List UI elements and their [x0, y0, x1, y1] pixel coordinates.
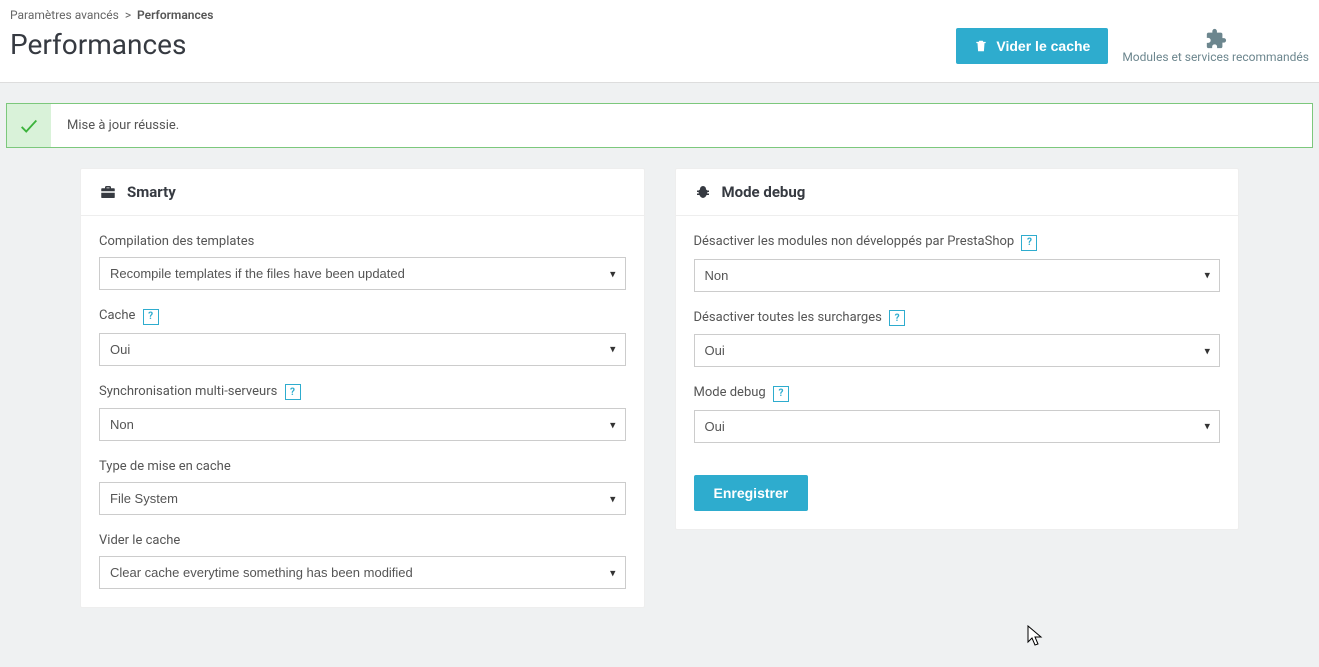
help-icon[interactable]: ? — [285, 384, 301, 400]
disable-overrides-label: Désactiver toutes les surcharges ? — [694, 310, 1221, 327]
help-icon[interactable]: ? — [143, 309, 159, 325]
debug-panel-title: Mode debug — [722, 183, 806, 201]
debug-mode-label: Mode debug ? — [694, 385, 1221, 402]
save-button[interactable]: Enregistrer — [694, 475, 809, 511]
breadcrumb-parent[interactable]: Paramètres avancés — [10, 8, 119, 22]
breadcrumb: Paramètres avancés > Performances — [10, 8, 1309, 22]
clear-cache-label: Vider le cache — [996, 38, 1090, 54]
multi-server-select[interactable]: Non — [99, 408, 626, 441]
help-icon[interactable]: ? — [1021, 235, 1037, 251]
breadcrumb-current: Performances — [137, 8, 213, 22]
page-title: Performances — [10, 28, 186, 61]
debug-mode-select[interactable]: Oui — [694, 410, 1221, 443]
puzzle-icon — [1205, 28, 1227, 50]
smarty-panel: Smarty Compilation des templates Recompi… — [80, 168, 645, 608]
clear-cache-select[interactable]: Clear cache everytime something has been… — [99, 556, 626, 589]
cache-label: Cache ? — [99, 308, 626, 325]
bug-icon — [694, 183, 712, 201]
template-compilation-label: Compilation des templates — [99, 234, 626, 249]
success-alert: Mise à jour réussie. — [6, 103, 1313, 148]
cursor-icon — [1027, 625, 1043, 647]
clear-cache-button[interactable]: Vider le cache — [956, 28, 1108, 64]
disable-non-ps-label: Désactiver les modules non développés pa… — [694, 234, 1221, 251]
debug-panel: Mode debug Désactiver les modules non dé… — [675, 168, 1240, 530]
briefcase-icon — [99, 183, 117, 201]
modules-recommended-link[interactable]: Modules et services recommandés — [1122, 28, 1309, 64]
trash-icon — [974, 39, 988, 53]
disable-overrides-select[interactable]: Oui — [694, 334, 1221, 367]
cache-type-select[interactable]: File System — [99, 482, 626, 515]
cache-type-label: Type de mise en cache — [99, 459, 626, 474]
success-alert-text: Mise à jour réussie. — [51, 104, 195, 147]
check-icon — [18, 115, 40, 137]
template-compilation-select[interactable]: Recompile templates if the files have be… — [99, 257, 626, 290]
multi-server-label: Synchronisation multi-serveurs ? — [99, 384, 626, 401]
clear-cache-label: Vider le cache — [99, 533, 626, 548]
disable-non-ps-select[interactable]: Non — [694, 259, 1221, 292]
modules-recommended-label: Modules et services recommandés — [1122, 50, 1309, 64]
help-icon[interactable]: ? — [773, 386, 789, 402]
cache-select[interactable]: Oui — [99, 333, 626, 366]
smarty-panel-title: Smarty — [127, 183, 176, 201]
help-icon[interactable]: ? — [889, 310, 905, 326]
